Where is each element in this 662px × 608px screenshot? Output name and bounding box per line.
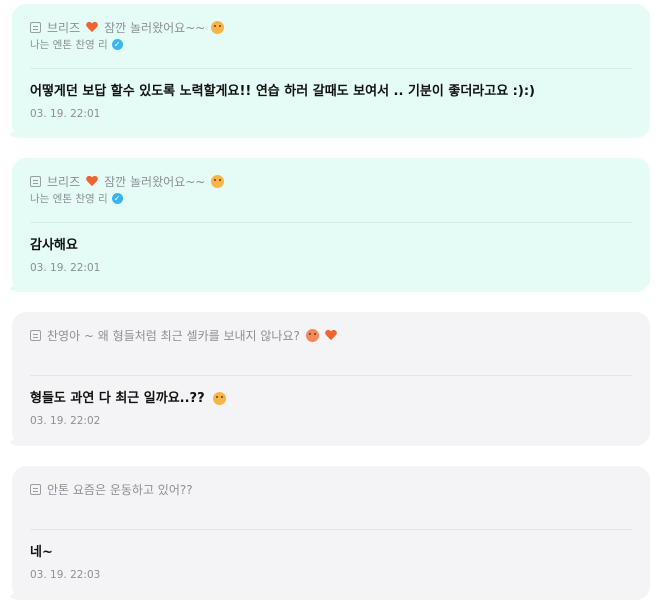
message-text: 감사해요	[30, 238, 78, 253]
quoted-message[interactable]: 찬영아 ~ 왜 형들처럼 최근 셀카를 보내지 않나요?	[30, 327, 632, 343]
message-text: 어떻게던 보답 할수 있도록 노력할게요!! 연습 하러 갈때도 보여서 .. …	[30, 84, 535, 99]
quoted-message[interactable]: 브리즈 잠깐 놀러왔어요~~	[30, 19, 632, 35]
message-timestamp: 03. 19. 22:01	[30, 108, 101, 120]
emoji-icon	[211, 174, 225, 188]
heart-icon	[325, 330, 337, 341]
quote-icon	[30, 175, 41, 187]
quote-text: 안톤 요즘은 운동하고 있어??	[47, 482, 193, 497]
author-name: 나는 엔톤 찬영 리	[30, 193, 108, 205]
emoji-icon	[305, 328, 319, 342]
message-bubble[interactable]: 안톤 요즘은 운동하고 있어?? 네~ 03. 19. 22:03	[12, 466, 650, 600]
author-row: 나는 엔톤 찬영 리 ✓	[30, 37, 632, 52]
quote-prefix: 브리즈	[47, 174, 81, 189]
emoji-icon	[211, 20, 225, 34]
message-timestamp: 03. 19. 22:03	[30, 569, 101, 581]
verified-badge-icon: ✓	[111, 193, 123, 204]
quote-prefix: 브리즈	[47, 20, 81, 35]
quote-icon	[30, 483, 41, 495]
verified-badge-icon: ✓	[111, 39, 123, 50]
emoji-icon	[213, 392, 227, 405]
quote-icon	[30, 21, 41, 33]
message-text-content: 형들도 과연 다 최근 일까요..??	[30, 391, 205, 406]
message-bubble[interactable]: 브리즈 잠깐 놀러왔어요~~ 나는 엔톤 찬영 리 ✓ 어떻게던 보답 할수 있…	[12, 4, 650, 138]
heart-icon	[86, 176, 98, 187]
quote-text: 잠깐 놀러왔어요~~	[104, 20, 206, 35]
message-bubble[interactable]: 찬영아 ~ 왜 형들처럼 최근 셀카를 보내지 않나요? 형들도 과연 다 최근…	[12, 312, 650, 446]
divider	[30, 68, 632, 69]
quoted-message[interactable]: 안톤 요즘은 운동하고 있어??	[30, 481, 632, 497]
author-row: 나는 엔톤 찬영 리 ✓	[30, 191, 632, 206]
quoted-message[interactable]: 브리즈 잠깐 놀러왔어요~~	[30, 173, 632, 189]
quote-text: 찬영아 ~ 왜 형들처럼 최근 셀카를 보내지 않나요?	[47, 328, 300, 343]
message-text: 형들도 과연 다 최근 일까요..??	[30, 390, 632, 408]
divider	[30, 529, 632, 530]
message-timestamp: 03. 19. 22:01	[30, 262, 101, 274]
quote-text: 잠깐 놀러왔어요~~	[104, 174, 206, 189]
divider	[30, 375, 632, 376]
message-timestamp: 03. 19. 22:02	[30, 415, 101, 427]
author-name: 나는 엔톤 찬영 리	[30, 39, 108, 51]
message-bubble[interactable]: 브리즈 잠깐 놀러왔어요~~ 나는 엔톤 찬영 리 ✓ 감사해요 03. 19.…	[12, 158, 650, 292]
message-feed: 브리즈 잠깐 놀러왔어요~~ 나는 엔톤 찬영 리 ✓ 어떻게던 보답 할수 있…	[0, 0, 662, 608]
quote-icon	[30, 329, 41, 341]
heart-icon	[86, 22, 98, 33]
divider	[30, 222, 632, 223]
message-text: 네~	[30, 545, 53, 560]
